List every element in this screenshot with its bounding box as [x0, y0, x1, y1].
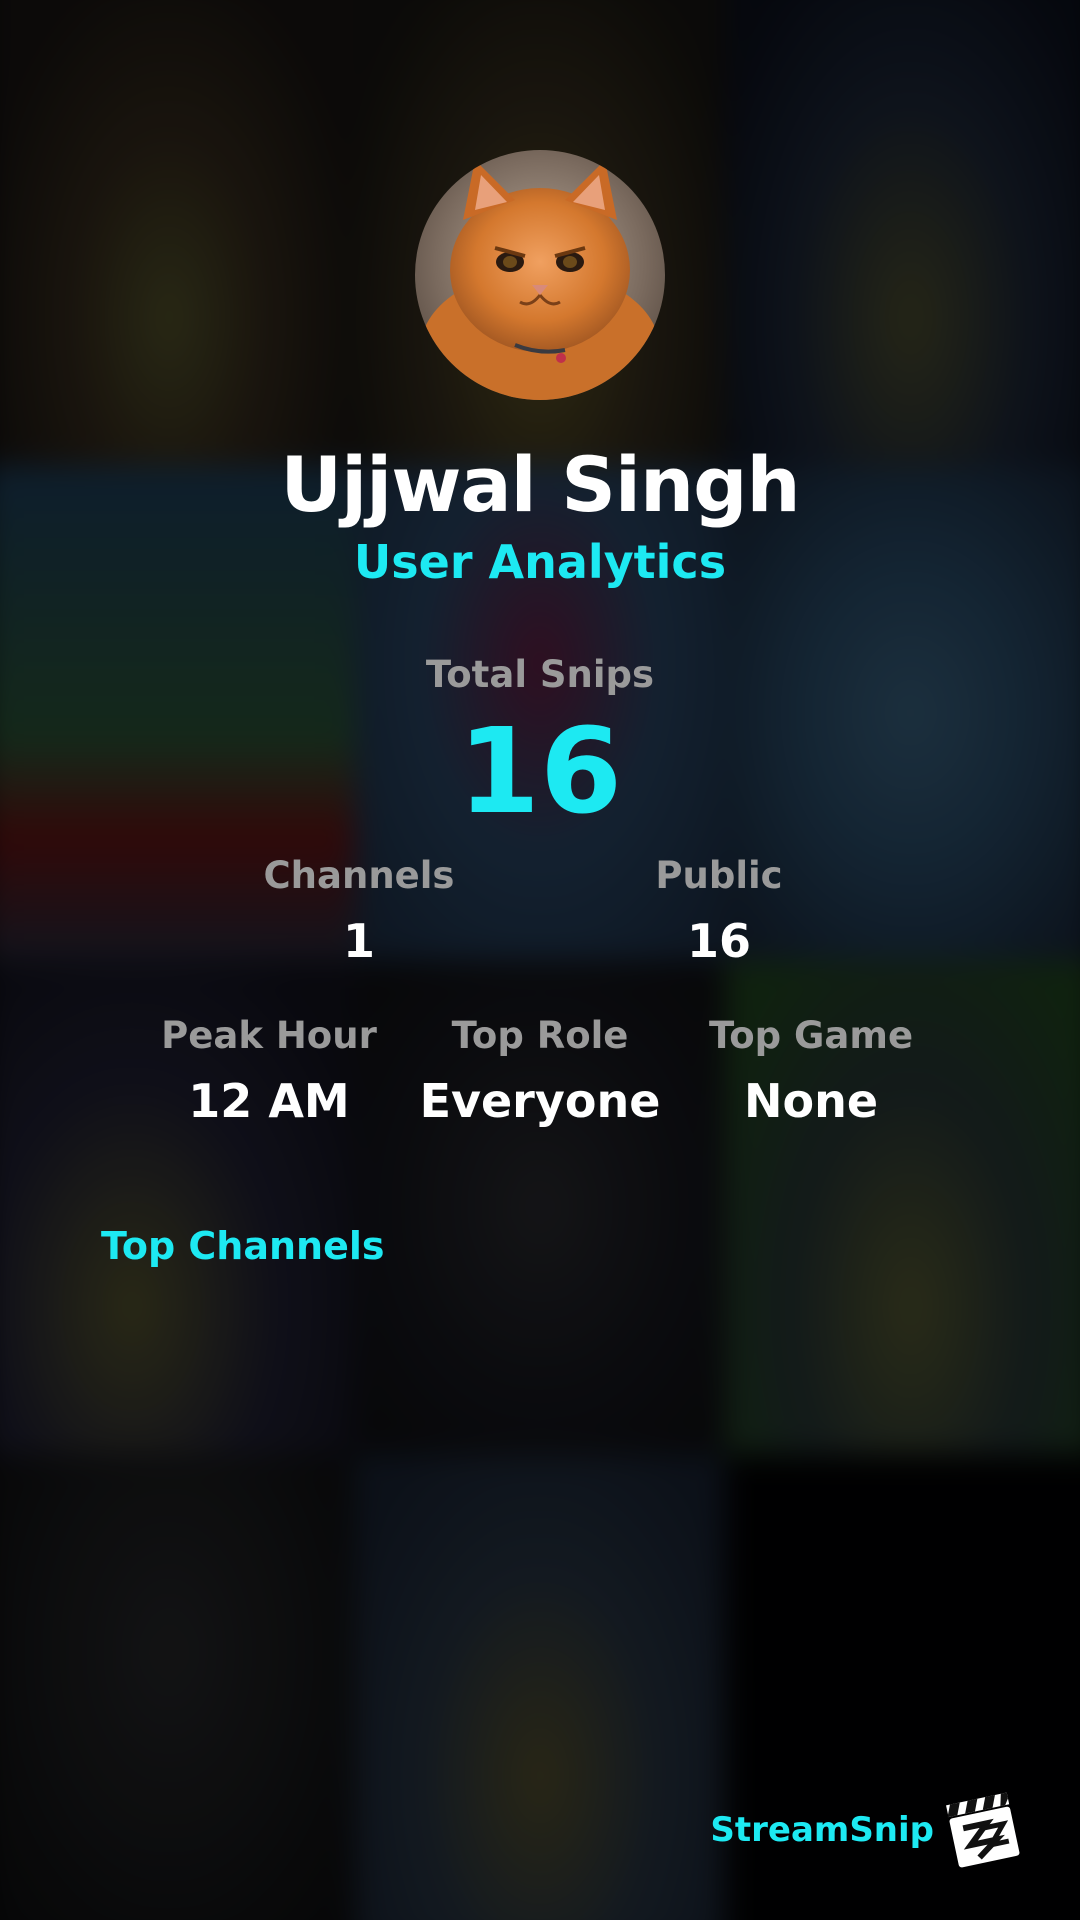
total-snips-value: 16 — [457, 702, 623, 840]
peak-hour-label: Peak Hour — [161, 1014, 377, 1057]
clapperboard-logo-icon — [944, 1790, 1024, 1870]
top-game-value: None — [743, 1074, 879, 1128]
top-game-stat: Top Game None — [686, 1013, 936, 1129]
brand-name: StreamSnip — [710, 1810, 934, 1850]
top-role-value: Everyone — [419, 1074, 661, 1128]
total-snips-stat: Total Snips 16 — [0, 652, 1080, 836]
avatar — [415, 150, 665, 400]
top-role-label: Top Role — [451, 1014, 629, 1057]
top-channels-heading: Top Channels — [101, 1224, 385, 1268]
channels-value: 1 — [342, 914, 375, 968]
public-label: Public — [655, 854, 783, 897]
peak-hour-value: 12 AM — [188, 1074, 350, 1128]
top-game-label: Top Game — [708, 1014, 914, 1057]
peak-hour-stat: Peak Hour 12 AM — [144, 1013, 394, 1129]
brand-footer: StreamSnip — [700, 1790, 1030, 1870]
user-name: Ujjwal Singh — [280, 440, 800, 529]
top-role-stat: Top Role Everyone — [400, 1013, 680, 1129]
analytics-card: Ujjwal Singh User Analytics Total Snips … — [0, 0, 1080, 1920]
cat-avatar-icon — [415, 150, 665, 400]
total-snips-label: Total Snips — [425, 653, 655, 696]
channels-label: Channels — [263, 854, 455, 897]
page-subtitle: User Analytics — [353, 535, 727, 589]
channels-stat: Channels 1 — [239, 853, 479, 969]
public-stat: Public 16 — [599, 853, 839, 969]
public-value: 16 — [686, 914, 751, 968]
